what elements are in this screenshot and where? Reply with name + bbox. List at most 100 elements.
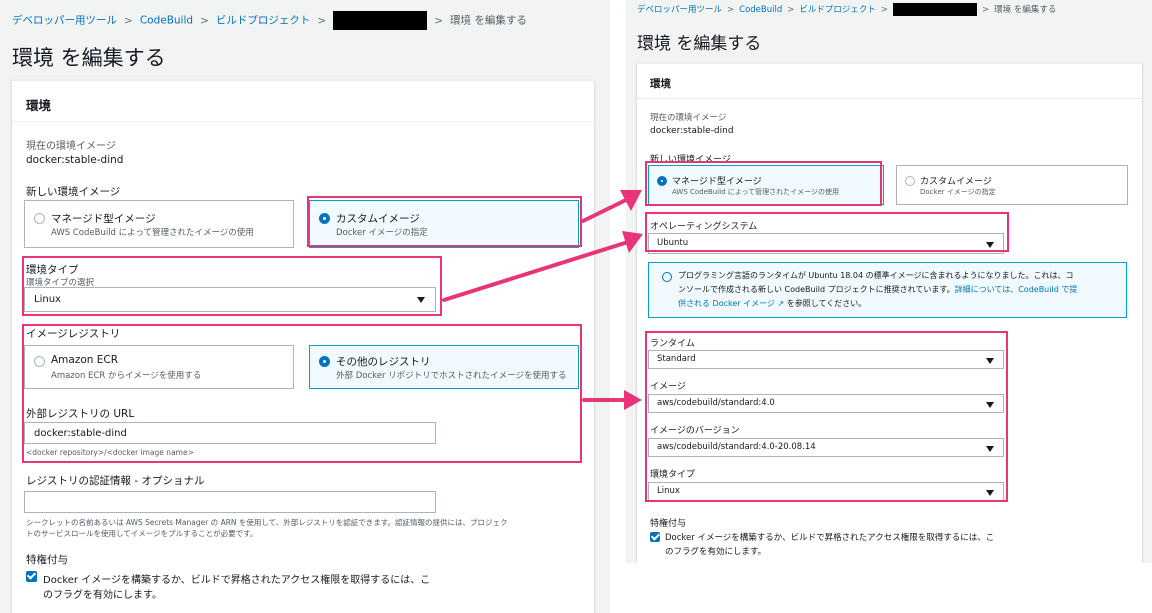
caret-down-icon (986, 490, 994, 496)
card-header: 環境 (12, 81, 594, 122)
env-type-select[interactable]: Linux (24, 287, 436, 312)
privileged-label: 特権付与 (26, 554, 68, 566)
runtime-label: ランタイム (650, 339, 695, 349)
amazon-ecr-desc: Amazon ECR からイメージを使用する (51, 371, 202, 381)
current-image-value: docker:stable-dind (650, 126, 734, 136)
breadcrumb-separator: > (200, 14, 209, 27)
other-registry-radio[interactable] (319, 356, 330, 367)
info-line-3: を参照してください。 (784, 299, 867, 308)
os-value: Ubuntu (657, 238, 689, 248)
external-registry-url-label: 外部レジストリの URL (26, 408, 135, 420)
amazon-ecr-radio[interactable] (34, 356, 45, 367)
page-title: 環境 を編集する (12, 46, 166, 70)
external-link-icon: ↗ (774, 299, 785, 308)
env-type-label: 環境タイプ (26, 264, 79, 276)
caret-down-icon (986, 358, 994, 364)
managed-image-tile[interactable]: マネージド型イメージ AWS CodeBuild によって管理されたイメージの使… (648, 165, 884, 205)
breadcrumb-separator: > (317, 14, 327, 27)
breadcrumb-separator: > (880, 5, 889, 15)
runtime-select[interactable]: Standard (648, 350, 1004, 369)
managed-image-tile[interactable]: マネージド型イメージ AWS CodeBuild によって管理されたイメージの使… (24, 200, 294, 248)
custom-image-tile[interactable]: カスタムイメージ Docker イメージの指定 (309, 200, 579, 248)
managed-image-radio[interactable] (657, 176, 667, 186)
card-title: 環境 (650, 78, 671, 90)
breadcrumb-current: 環境 を編集する (994, 5, 1057, 15)
os-label: オペレーティングシステム (650, 222, 758, 232)
card-title: 環境 (26, 98, 52, 113)
custom-image-tile[interactable]: カスタムイメージ Docker イメージの指定 (896, 165, 1128, 205)
privileged-text-2: のフラグを有効にします。 (43, 590, 162, 601)
caret-down-icon (986, 242, 994, 248)
privileged-checkbox[interactable] (26, 571, 37, 582)
image-version-select[interactable]: aws/codebuild/standard:4.0-20.08.14 (648, 438, 1004, 457)
other-registry-desc: 外部 Docker リポジトリでホストされたイメージを使用する (336, 371, 567, 381)
right-screenshot: デベロッパー用ツール > CodeBuild > ビルドプロジェクト > > 環境 を編集する… (626, 0, 1152, 563)
breadcrumb-separator: > (787, 5, 795, 15)
privileged-label: 特権付与 (650, 519, 687, 529)
image-select[interactable]: aws/codebuild/standard:4.0 (648, 394, 1004, 413)
managed-image-title: マネージド型イメージ (51, 213, 156, 225)
breadcrumb-dev-tools[interactable]: デベロッパー用ツール (637, 5, 722, 15)
amazon-ecr-tile[interactable]: Amazon ECR Amazon ECR からイメージを使用する (24, 345, 294, 389)
redacted-project-name (333, 11, 428, 30)
external-registry-url-hint: <docker repository>/<docker image name> (26, 448, 194, 457)
page-title: 環境 を編集する (637, 34, 762, 54)
left-screenshot: デベロッパー用ツール > CodeBuild > ビルドプロジェクト > > 環境 を編集する… (0, 0, 610, 613)
card-header: 環境 (637, 64, 1142, 99)
managed-image-radio[interactable] (34, 213, 45, 224)
os-select[interactable]: Ubuntu (648, 233, 1004, 254)
image-value: aws/codebuild/standard:4.0 (657, 398, 775, 408)
custom-image-radio[interactable] (319, 213, 330, 224)
registry-credential-label: レジストリの認証情報 - オプショナル (26, 475, 205, 487)
current-image-value: docker:stable-dind (26, 154, 124, 166)
env-type-value: Linux (657, 486, 680, 496)
custom-image-radio[interactable] (905, 176, 915, 186)
registry-credential-desc-1: シークレットの名前あるいは AWS Secrets Manager の ARN … (26, 518, 508, 527)
breadcrumb: デベロッパー用ツール > CodeBuild > ビルドプロジェクト > > 環境 を編集する (12, 11, 527, 30)
docker-images-link[interactable]: 供される Docker イメージ (678, 299, 775, 308)
breadcrumb-dev-tools[interactable]: デベロッパー用ツール (12, 15, 117, 27)
image-version-value: aws/codebuild/standard:4.0-20.08.14 (657, 442, 816, 452)
breadcrumb-separator: > (124, 14, 133, 27)
custom-image-title: カスタムイメージ (336, 213, 420, 225)
image-label: イメージ (650, 382, 686, 392)
external-registry-url-input[interactable]: docker:stable-dind (24, 422, 436, 444)
current-image-label: 現在の環境イメージ (26, 141, 116, 152)
privileged-text-2: のフラグを有効にします。 (665, 547, 767, 557)
info-detail-link[interactable]: 詳細については、CodeBuild で提 (955, 285, 1078, 294)
breadcrumb-codebuild[interactable]: CodeBuild (739, 5, 782, 15)
managed-image-desc: AWS CodeBuild によって管理されたイメージの使用 (51, 228, 254, 238)
breadcrumb-separator: > (727, 5, 735, 15)
breadcrumb-build-projects[interactable]: ビルドプロジェクト (799, 5, 876, 15)
breadcrumb: デベロッパー用ツール > CodeBuild > ビルドプロジェクト > > 環境 を編集する (637, 3, 1056, 16)
privileged-checkbox[interactable] (650, 532, 660, 542)
environment-card: 環境 現在の環境イメージ docker:stable-dind 新しい環境イメー… (637, 63, 1142, 563)
info-icon (662, 272, 672, 282)
image-registry-label: イメージレジストリ (26, 328, 121, 340)
breadcrumb-current: 環境 を編集する (450, 14, 527, 27)
breadcrumb-build-projects[interactable]: ビルドプロジェクト (216, 15, 311, 27)
env-type-label: 環境タイプ (650, 470, 696, 480)
info-text: プログラミング言語のランタイムが Ubuntu 18.04 の標準イメージに含ま… (678, 269, 1124, 311)
env-type-value: Linux (34, 294, 61, 305)
breadcrumb-codebuild[interactable]: CodeBuild (140, 15, 193, 27)
custom-image-desc: Docker イメージの指定 (920, 188, 996, 196)
breadcrumb-separator: > (982, 5, 990, 15)
runtime-value: Standard (657, 354, 696, 364)
amazon-ecr-title: Amazon ECR (51, 354, 119, 366)
redacted-project-name (893, 3, 978, 16)
registry-credential-input[interactable] (24, 491, 436, 513)
info-alert: プログラミング言語のランタイムが Ubuntu 18.04 の標準イメージに含ま… (648, 262, 1127, 318)
privileged-text-1: Docker イメージを構築するか、ビルドで昇格されたアクセス権限を取得するには… (43, 575, 431, 586)
registry-credential-desc-2: トのサービスロールを使用してイメージをプルすることが必要です。 (26, 529, 258, 538)
env-type-select[interactable]: Linux (648, 482, 1004, 501)
privileged-text-1: Docker イメージを構築するか、ビルドで昇格されたアクセス権限を取得するには… (665, 533, 995, 543)
custom-image-desc: Docker イメージの指定 (336, 228, 428, 238)
new-image-label: 新しい環境イメージ (26, 186, 121, 198)
other-registry-title: その他のレジストリ (336, 356, 431, 368)
managed-image-title: マネージド型イメージ (672, 177, 762, 187)
environment-card: 環境 現在の環境イメージ docker:stable-dind 新しい環境イメー… (12, 80, 594, 613)
image-version-label: イメージのバージョン (650, 426, 740, 436)
new-image-label: 新しい環境イメージ (650, 155, 731, 165)
other-registry-tile[interactable]: その他のレジストリ 外部 Docker リポジトリでホストされたイメージを使用す… (309, 345, 579, 389)
